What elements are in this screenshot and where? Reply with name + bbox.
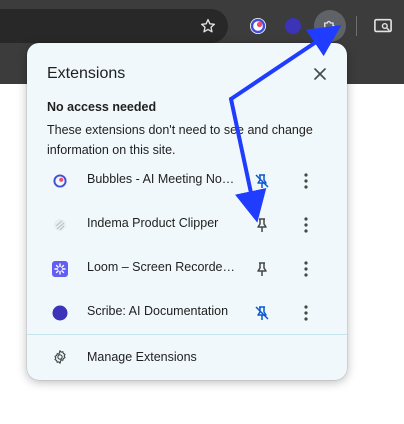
loom-icon xyxy=(51,260,69,278)
pin-icon xyxy=(257,262,267,276)
more-vert-icon xyxy=(304,173,308,189)
extensions-popup: Extensions No access needed These extens… xyxy=(27,43,347,380)
address-bar[interactable] xyxy=(0,9,228,43)
extension-name: Indema Product Clipper xyxy=(87,216,219,230)
divider xyxy=(27,334,347,335)
more-vert-icon xyxy=(304,217,308,233)
extension-row-bubbles[interactable]: Bubbles - AI Meeting Notes xyxy=(27,159,347,203)
pin-button[interactable] xyxy=(251,302,273,324)
more-options-button[interactable] xyxy=(295,214,317,236)
close-button[interactable] xyxy=(311,65,329,83)
more-options-button[interactable] xyxy=(295,170,317,192)
gear-icon xyxy=(51,348,69,366)
star-icon[interactable] xyxy=(198,16,218,36)
manage-extensions-label: Manage Extensions xyxy=(87,350,197,364)
toolbar-separator xyxy=(356,16,357,36)
extension-name: Scribe: AI Documentation xyxy=(87,304,229,318)
more-options-button[interactable] xyxy=(295,302,317,324)
more-options-button[interactable] xyxy=(295,258,317,280)
extension-row-loom[interactable]: Loom – Screen Recorder & Screen Capture xyxy=(27,247,347,291)
pin-button[interactable] xyxy=(251,258,273,280)
bubbles-icon xyxy=(51,172,69,190)
bubbles-toolbar-icon[interactable] xyxy=(248,16,268,36)
section-description: These extensions don't need to see and c… xyxy=(47,123,313,157)
close-icon xyxy=(314,68,326,80)
manage-extensions-button[interactable]: Manage Extensions xyxy=(27,337,347,377)
pin-button[interactable] xyxy=(251,170,273,192)
extension-name: Loom – Screen Recorder & Screen Capture xyxy=(87,260,237,274)
scribe-toolbar-icon[interactable] xyxy=(284,17,302,35)
media-router-icon[interactable] xyxy=(372,16,394,36)
pinned-icon xyxy=(255,174,269,188)
extension-name: Bubbles - AI Meeting Notes xyxy=(87,172,237,186)
extension-row-scribe[interactable]: Scribe: AI Documentation xyxy=(27,291,347,335)
pin-icon xyxy=(257,218,267,232)
popup-title: Extensions xyxy=(47,65,126,82)
extensions-puzzle-icon[interactable] xyxy=(314,10,346,42)
scribe-icon xyxy=(51,304,69,322)
section-heading: No access needed xyxy=(47,100,157,114)
indema-icon xyxy=(51,216,69,234)
pinned-icon xyxy=(255,306,269,320)
pin-button[interactable] xyxy=(251,214,273,236)
more-vert-icon xyxy=(304,305,308,321)
extension-row-indema[interactable]: Indema Product Clipper xyxy=(27,203,347,247)
more-vert-icon xyxy=(304,261,308,277)
